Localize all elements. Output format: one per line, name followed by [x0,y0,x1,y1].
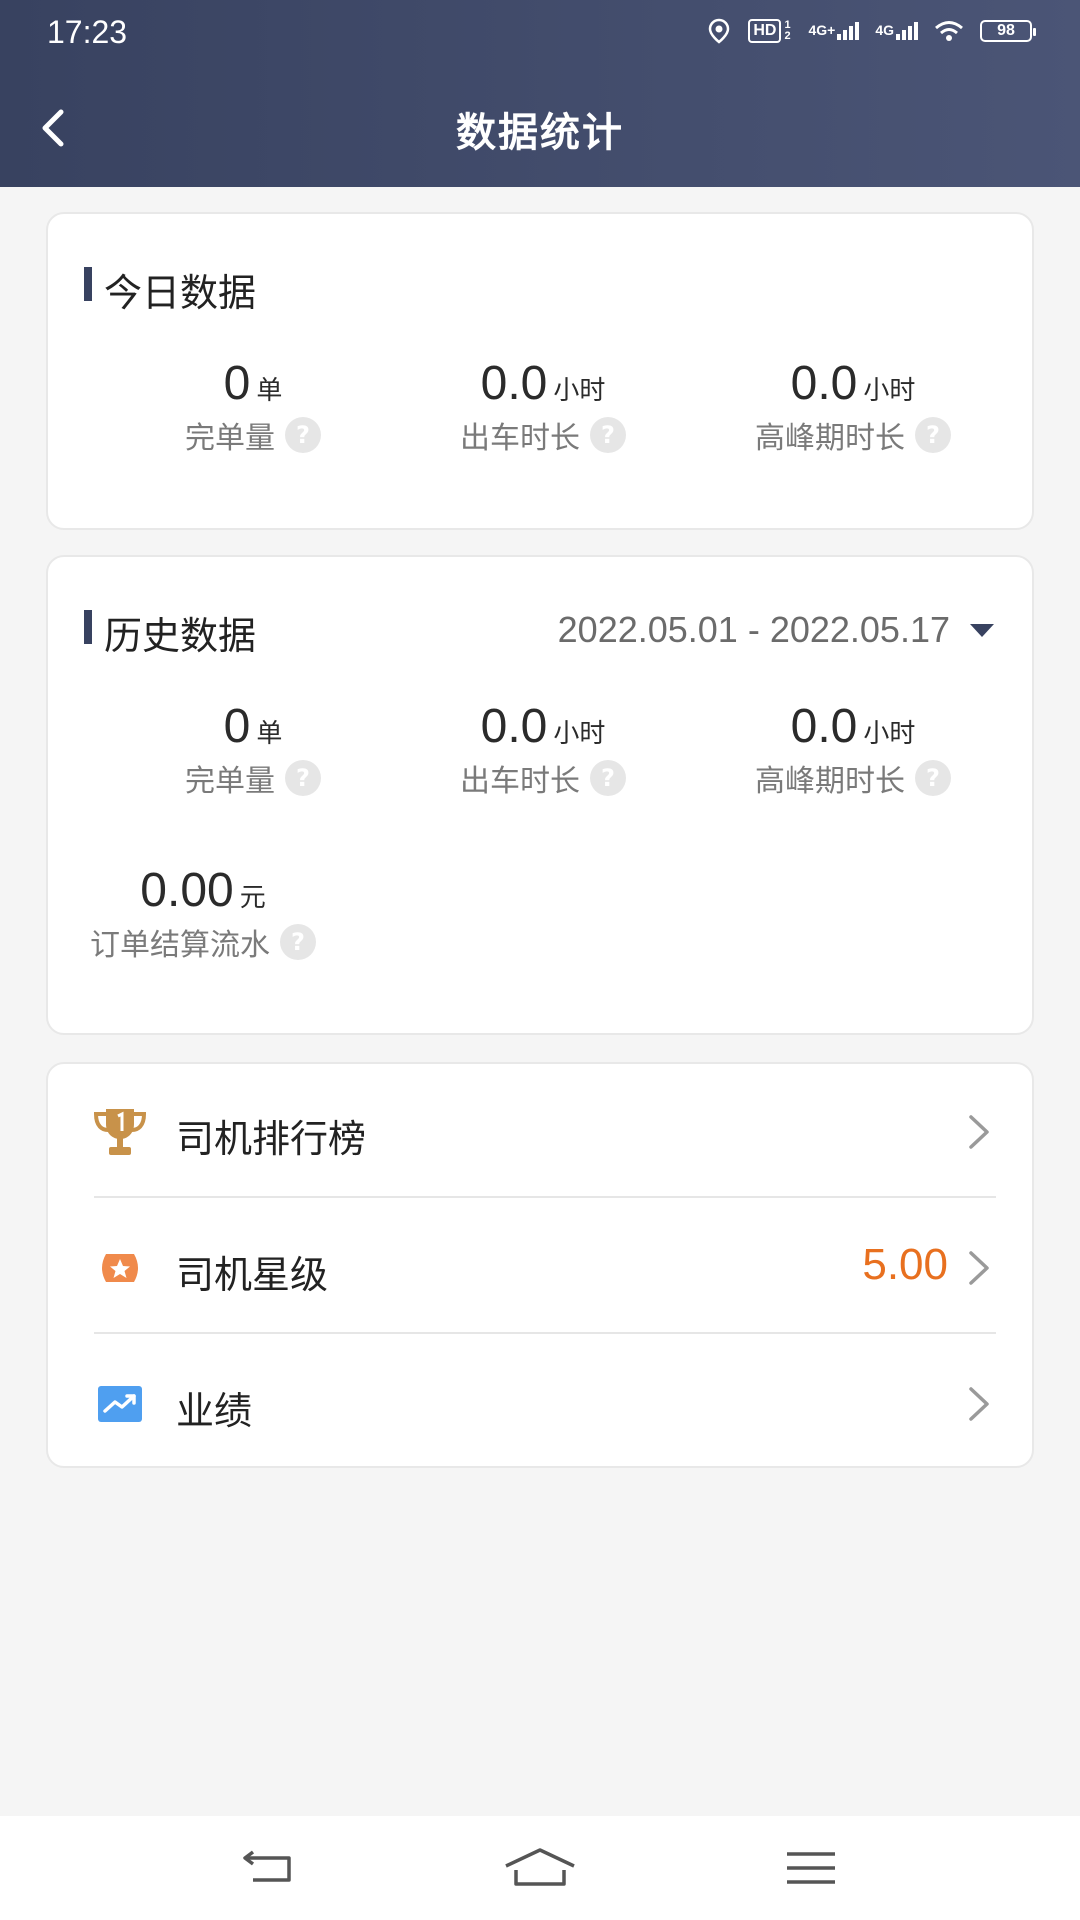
today-completed-orders: 0单 完单量? [88,356,418,457]
chevron-right-icon [969,1387,989,1421]
status-time: 17:23 [47,14,128,50]
caret-down-icon [970,623,994,637]
history-completed-orders: 0单 完单量? [88,699,418,800]
help-icon[interactable]: ? [285,417,321,453]
help-icon[interactable]: ? [590,760,626,796]
menu-item-driver-rating[interactable]: 司机星级 5.00 [46,1200,1034,1336]
app-header: 17:23 HD 1 2 4G+ 4G 98 数据统计 [0,0,1080,187]
date-range-text: 2022.05.01 - 2022.05.17 [557,609,950,650]
home-icon [505,1848,575,1886]
star-badge-icon [92,1240,148,1296]
trend-chart-icon [92,1376,148,1432]
date-range-selector[interactable]: 2022.05.01 - 2022.05.17 [558,609,994,651]
help-icon[interactable]: ? [285,760,321,796]
today-data-card: 今日数据 0单 完单量? 0.0 小时 出车时长? 0.0 小时 高峰期时长? [46,212,1034,530]
history-peak-hours: 0.0 小时 高峰期时长? [688,699,1018,800]
signal-4g-icon: 4G [875,22,918,40]
back-arrow-icon [243,1850,291,1882]
menu-item-driver-ranking[interactable]: 司机排行榜 [46,1064,1034,1200]
today-driving-hours: 0.0 小时 出车时长? [378,356,708,457]
nav-home-button[interactable] [495,1838,585,1898]
driver-rating-value: 5.00 [862,1240,948,1289]
wifi-icon [934,20,964,42]
divider [94,1196,996,1198]
history-data-card: 历史数据 2022.05.01 - 2022.05.17 0单 完单量? 0.0… [46,555,1034,1035]
history-data-title: 历史数据 [84,605,256,660]
status-icons: HD 1 2 4G+ 4G 98 [706,18,1036,44]
location-icon [706,18,732,44]
menu-icon [787,1852,835,1884]
page-title: 数据统计 [456,110,624,156]
help-icon[interactable]: ? [915,760,951,796]
trophy-icon [92,1104,148,1160]
chevron-right-icon [969,1251,989,1285]
history-settlement: 0.00 元 订单结算流水? [58,863,348,964]
chevron-right-icon [969,1115,989,1149]
signal-4g-plus-icon: 4G+ [808,22,860,40]
help-icon[interactable]: ? [590,417,626,453]
today-peak-hours: 0.0 小时 高峰期时长? [688,356,1018,457]
nav-back-button[interactable] [224,1838,314,1898]
divider [94,1332,996,1334]
help-icon[interactable]: ? [915,417,951,453]
menu-item-performance[interactable]: 业绩 [46,1336,1034,1472]
nav-menu-button[interactable] [766,1838,856,1898]
hd-voice-icon: HD 1 2 [748,19,792,43]
help-icon[interactable]: ? [280,924,316,960]
system-nav-bar [0,1816,1080,1920]
history-driving-hours: 0.0 小时 出车时长? [378,699,708,800]
battery-icon: 98 [980,20,1036,42]
today-data-title: 今日数据 [84,262,256,317]
